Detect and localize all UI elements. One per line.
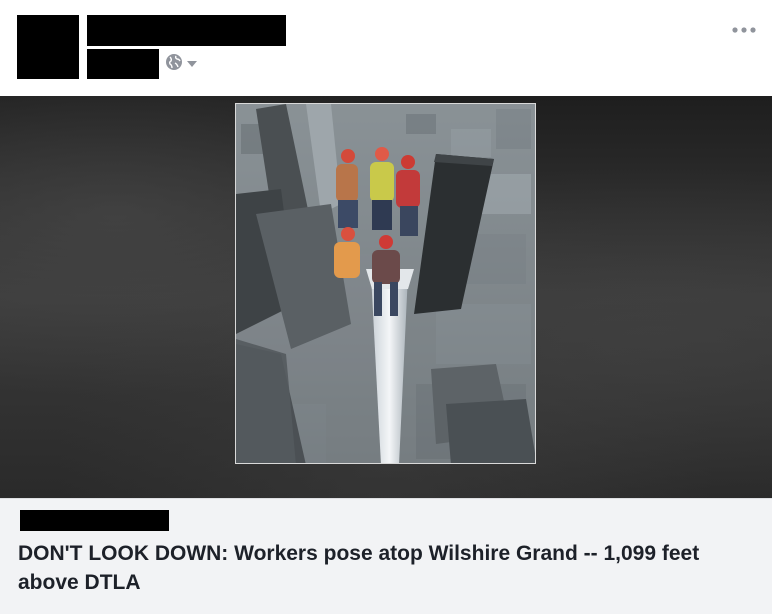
feed-post: DON'T LOOK DOWN: Workers pose atop Wilsh… — [0, 0, 772, 614]
author-name-redacted[interactable] — [87, 15, 286, 46]
post-media — [0, 96, 772, 498]
globe-icon — [165, 53, 183, 76]
more-horizontal-icon — [732, 20, 756, 38]
link-title[interactable]: DON'T LOOK DOWN: Workers pose atop Wilsh… — [18, 539, 738, 597]
post-header — [0, 0, 772, 96]
link-domain-redacted — [20, 510, 169, 531]
avatar-redacted[interactable] — [17, 15, 79, 79]
caret-down-icon — [187, 55, 197, 73]
privacy-selector[interactable] — [165, 53, 197, 75]
link-preview[interactable]: DON'T LOOK DOWN: Workers pose atop Wilsh… — [0, 498, 772, 614]
post-photo[interactable] — [235, 103, 536, 464]
more-options-button[interactable] — [730, 18, 758, 40]
timestamp-redacted[interactable] — [87, 49, 159, 79]
